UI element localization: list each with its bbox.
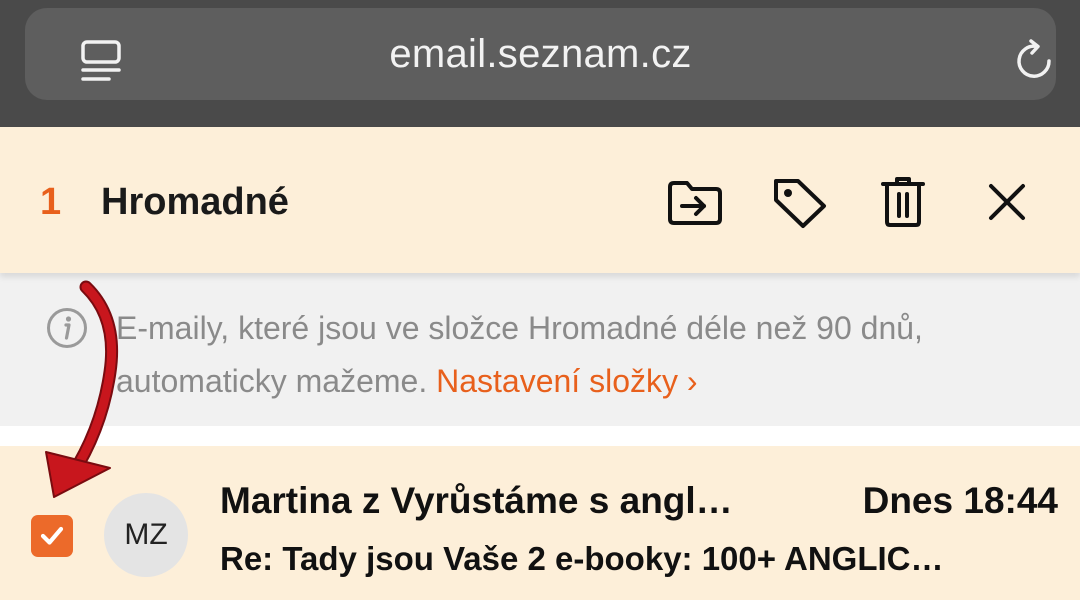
- move-to-folder-button[interactable]: [665, 175, 725, 229]
- trash-icon: [881, 177, 925, 227]
- avatar: MZ: [104, 493, 188, 577]
- tag-button[interactable]: [770, 175, 830, 229]
- notice-text: E-maily, které jsou ve složce Hromadné d…: [116, 302, 1046, 408]
- tag-icon: [774, 179, 826, 228]
- url-text[interactable]: email.seznam.cz: [25, 32, 1056, 77]
- address-bar[interactable]: email.seznam.cz: [25, 8, 1056, 100]
- email-sender[interactable]: Martina z Vyrůstáme s angl…: [220, 480, 830, 522]
- email-subject[interactable]: Re: Tady jsou Vaše 2 e-booky: 100+ ANGLI…: [220, 540, 1060, 578]
- folder-settings-link[interactable]: Nastavení složky ›: [436, 363, 697, 399]
- delete-button[interactable]: [873, 175, 933, 229]
- folder-title: Hromadné: [101, 181, 289, 223]
- info-icon: [47, 308, 87, 348]
- close-icon: [989, 184, 1025, 220]
- checkmark-icon: [40, 526, 64, 545]
- selection-toolbar: 1 Hromadné: [0, 127, 1080, 273]
- reload-icon[interactable]: [1011, 37, 1057, 83]
- close-selection-button[interactable]: [977, 175, 1037, 229]
- browser-bar: email.seznam.cz: [0, 0, 1080, 127]
- move-to-folder-icon: [668, 181, 722, 225]
- email-time: Dnes 18:44: [862, 480, 1058, 521]
- list-separator: [0, 426, 1080, 446]
- selected-count: 1: [40, 181, 62, 223]
- email-checkbox[interactable]: [31, 515, 73, 557]
